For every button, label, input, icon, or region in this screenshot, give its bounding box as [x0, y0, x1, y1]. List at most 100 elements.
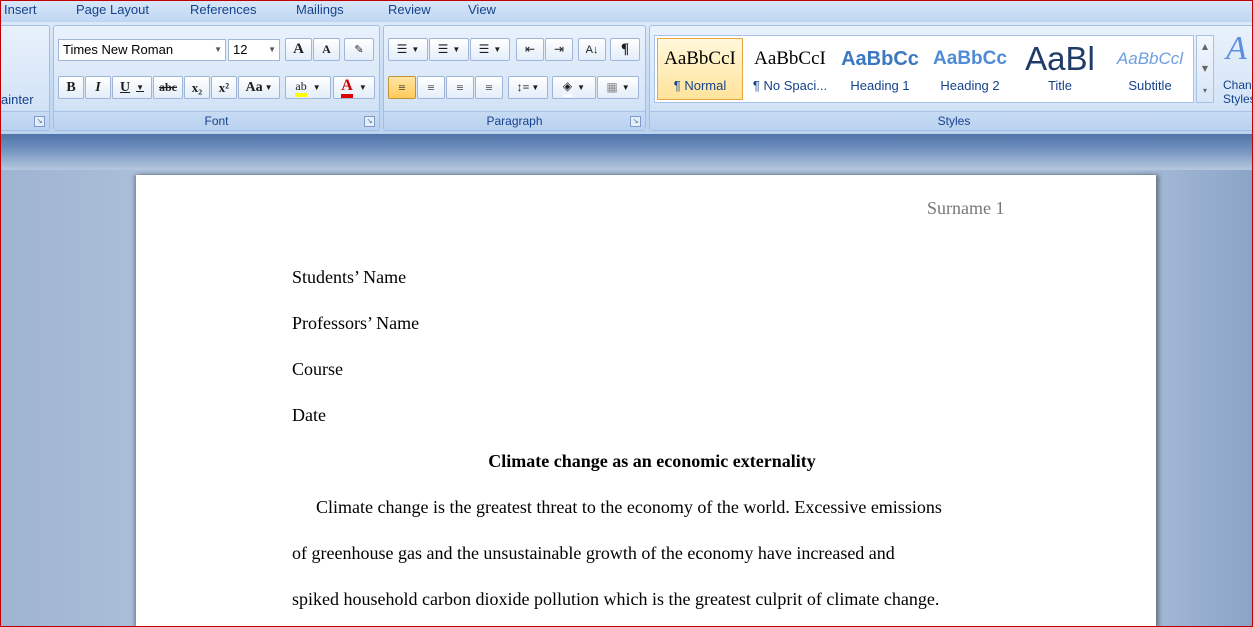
decrease-indent-icon: ⇤ [524, 42, 536, 56]
body-line: of greenhouse gas and the unsustainable … [292, 543, 895, 563]
style-name: Heading 2 [940, 78, 1000, 93]
font-launcher-icon[interactable]: ↘ [364, 116, 375, 127]
justify-icon: ≡ [485, 79, 493, 95]
tab-review[interactable]: Review [388, 2, 431, 17]
style-normal[interactable]: AaBbCcI ¶ Normal [657, 38, 743, 100]
document-page[interactable]: Surname 1 Students’ Name Professors’ Nam… [136, 175, 1156, 627]
align-center-button[interactable]: ≡ [417, 76, 445, 99]
tab-mailings[interactable]: Mailings [296, 2, 344, 17]
numbering-button[interactable]: ☰ ▼ [429, 38, 469, 61]
align-left-button[interactable]: ≡ [388, 76, 416, 99]
font-name-value: Times New Roman [63, 42, 174, 57]
grow-font-icon: A [293, 41, 304, 57]
superscript-button[interactable]: x² [211, 76, 237, 99]
bullet-list-icon: ☰ [396, 42, 408, 56]
styles-group-label: Styles [650, 111, 1253, 130]
tab-view[interactable]: View [468, 2, 496, 17]
body-line: spiked household carbon dioxide pollutio… [292, 589, 940, 609]
sort-button[interactable]: A↓ [578, 38, 606, 61]
align-right-icon: ≡ [456, 79, 464, 95]
superscript-icon: x² [218, 79, 230, 95]
font-group: Times New Roman ▼ 12 ▼ A A ✎ B I U ▼ abc … [53, 25, 380, 131]
shrink-font-icon: A [322, 42, 331, 56]
style-preview: AaBl [1025, 40, 1095, 77]
font-size-combo[interactable]: 12 ▼ [228, 39, 280, 61]
professor-name-line: Professors’ Name [292, 313, 420, 333]
shading-button[interactable]: ◈ ▼ [552, 76, 596, 99]
tab-references[interactable]: References [190, 2, 256, 17]
ribbon-tabs: Insert Page Layout References Mailings R… [0, 0, 1253, 22]
bold-icon: B [66, 79, 76, 95]
sort-icon: A↓ [585, 43, 599, 56]
date-line: Date [292, 405, 326, 425]
document-title: Climate change as an economic externalit… [488, 451, 816, 471]
multilevel-list-button[interactable]: ☰ ▼ [470, 38, 510, 61]
format-painter-button[interactable]: ainter [1, 92, 34, 107]
style-subtitle[interactable]: AaBbCcl Subtitle [1107, 38, 1193, 100]
show-formatting-button[interactable]: ¶ [610, 38, 640, 61]
style-preview: AaBbCcI [664, 48, 736, 69]
italic-icon: I [95, 79, 101, 95]
justify-button[interactable]: ≡ [475, 76, 503, 99]
font-color-icon: A [341, 77, 353, 98]
style-name: Title [1047, 78, 1073, 93]
shrink-font-button[interactable]: A [313, 38, 340, 61]
change-styles-icon: A [1226, 30, 1247, 67]
line-spacing-button[interactable]: ↕≡ ▼ [508, 76, 548, 99]
font-color-button[interactable]: A ▼ [333, 76, 375, 99]
change-case-icon: Aa [245, 79, 263, 95]
align-left-icon: ≡ [398, 79, 406, 95]
highlight-button[interactable]: ab ▼ [285, 76, 331, 99]
grow-font-button[interactable]: A [285, 38, 312, 61]
eraser-icon: ✎ [354, 44, 364, 56]
font-name-combo[interactable]: Times New Roman ▼ [58, 39, 226, 61]
bold-button[interactable]: B [58, 76, 84, 99]
style-name: Subtitle [1128, 78, 1172, 93]
change-case-button[interactable]: Aa ▼ [238, 76, 280, 99]
clipboard-launcher-icon[interactable]: ↘ [34, 116, 45, 127]
increase-indent-button[interactable]: ⇥ [545, 38, 573, 61]
borders-button[interactable]: ▦ ▼ [597, 76, 639, 99]
chevron-down-icon: ▼ [214, 45, 222, 54]
style-preview: AaBbCc [933, 48, 1007, 69]
style-heading-2[interactable]: AaBbCc Heading 2 [927, 38, 1013, 100]
italic-button[interactable]: I [85, 76, 111, 99]
clear-formatting-button[interactable]: ✎ [344, 38, 374, 61]
style-preview: AaBbCcl [1116, 49, 1184, 68]
increase-indent-icon: ⇥ [553, 42, 565, 56]
page-header: Surname 1 [927, 198, 1005, 218]
scroll-up-icon[interactable]: ▲ [1197, 36, 1213, 58]
style-heading-1[interactable]: AaBbCc Heading 1 [837, 38, 923, 100]
subscript-button[interactable]: x₂ [184, 76, 210, 99]
decrease-indent-button[interactable]: ⇤ [516, 38, 544, 61]
font-size-value: 12 [233, 42, 248, 57]
styles-scroll[interactable]: ▲ ▼ ▾ [1196, 35, 1214, 103]
more-styles-icon[interactable]: ▾ [1197, 80, 1213, 102]
ruler-band [0, 134, 1253, 170]
strikethrough-icon: abc [159, 80, 177, 94]
strikethrough-button[interactable]: abc [153, 76, 183, 99]
tab-insert[interactable]: Insert [4, 2, 37, 17]
multilevel-list-icon: ☰ [478, 42, 490, 56]
underline-button[interactable]: U ▼ [112, 76, 152, 99]
style-name: Heading 1 [850, 78, 910, 93]
tab-page-layout[interactable]: Page Layout [76, 2, 149, 17]
numbered-list-icon: ☰ [437, 42, 449, 56]
styles-gallery: AaBbCcI ¶ Normal AaBbCcI ¶ No Spaci... A… [654, 35, 1194, 103]
align-right-button[interactable]: ≡ [446, 76, 474, 99]
subscript-icon: x₂ [191, 79, 203, 95]
course-line: Course [292, 359, 343, 379]
style-name: ¶ Normal [673, 78, 727, 93]
change-styles-button[interactable]: A Change Styles [1220, 30, 1253, 110]
change-styles-label: Change Styles [1223, 78, 1253, 106]
paragraph-launcher-icon[interactable]: ↘ [630, 116, 641, 127]
style-title[interactable]: AaBl Title [1017, 38, 1103, 100]
scroll-down-icon[interactable]: ▼ [1197, 58, 1213, 80]
clipboard-group: ainter ↘ [0, 25, 50, 131]
style-no-spacing[interactable]: AaBbCcI ¶ No Spaci... [747, 38, 833, 100]
style-name: ¶ No Spaci... [752, 78, 828, 93]
pilcrow-icon: ¶ [620, 41, 630, 57]
bullets-button[interactable]: ☰ ▼ [388, 38, 428, 61]
align-center-icon: ≡ [427, 79, 435, 95]
font-group-label: Font [54, 111, 379, 130]
